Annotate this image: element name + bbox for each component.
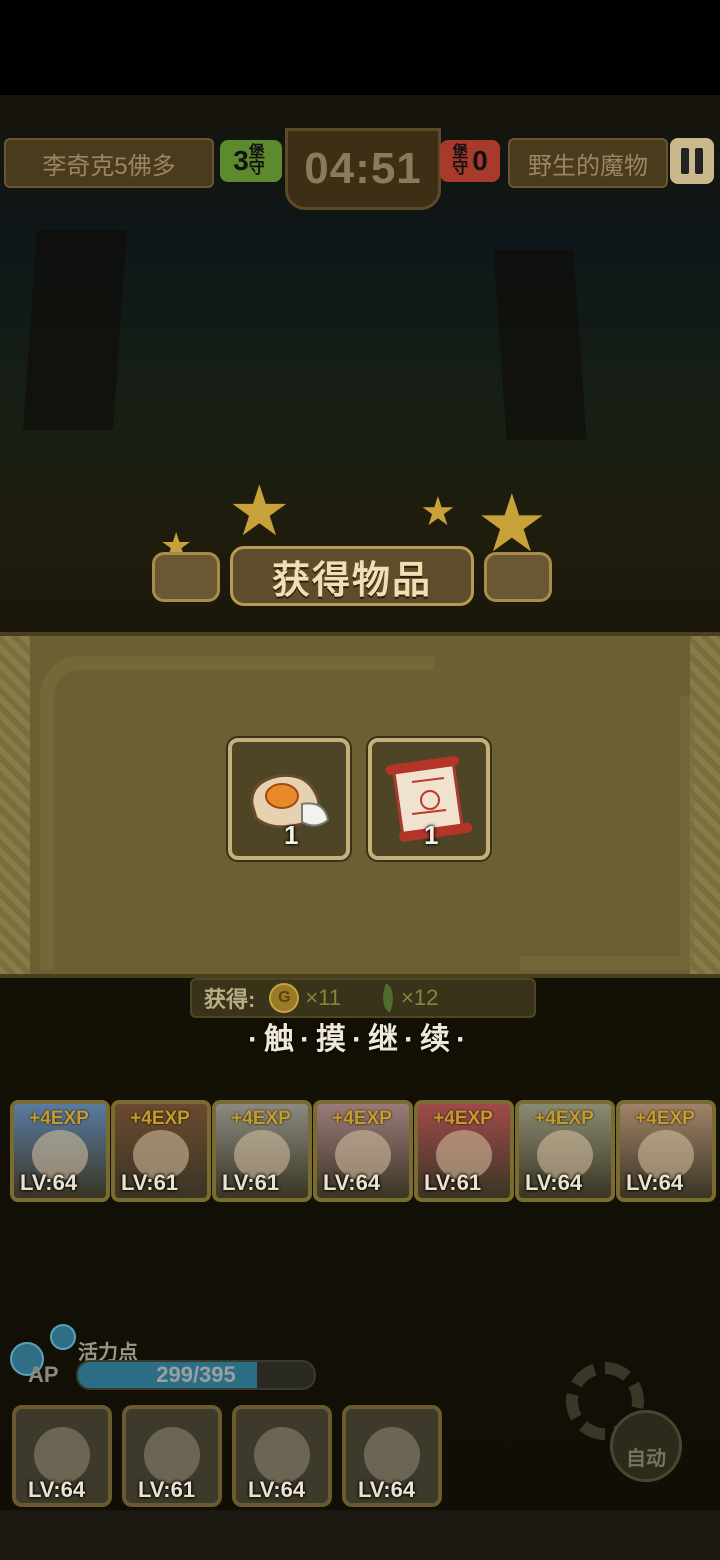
member-level: LV:61 — [121, 1170, 179, 1195]
leaf-quantity: ×12 — [401, 985, 439, 1010]
exp-gain: +4EXP — [29, 1108, 89, 1129]
auto-button[interactable]: 自动 — [610, 1410, 682, 1482]
member-level: LV:64 — [323, 1170, 381, 1195]
status-bar-area — [0, 0, 720, 95]
match-timer: 04:51 — [285, 128, 441, 210]
right-score: 0 — [472, 145, 488, 176]
member-level: LV:64 — [20, 1170, 78, 1195]
party-member-card: +4EXP LV:64 — [10, 1100, 110, 1202]
exp-gain: +4EXP — [433, 1108, 493, 1129]
slot-level: LV:64 — [358, 1477, 416, 1502]
left-player-name: 李奇克5佛多 — [4, 138, 214, 188]
slot-level: LV:64 — [28, 1477, 86, 1502]
pause-icon — [681, 148, 689, 174]
ap-value: 299/395 — [156, 1362, 236, 1387]
team-slot[interactable]: LV:64 — [12, 1405, 112, 1507]
party-member-card: +4EXP LV:61 — [212, 1100, 312, 1202]
left-score-box: 3 堡守 — [220, 140, 282, 182]
pause-button[interactable] — [670, 138, 714, 184]
slot-level: LV:61 — [138, 1477, 196, 1502]
floor-strip — [0, 1510, 720, 1560]
right-player-name: 野生的魔物 — [508, 138, 668, 188]
party-member-card: +4EXP LV:64 — [313, 1100, 413, 1202]
left-score: 3 — [233, 145, 249, 176]
reward-title: 获得物品 — [230, 546, 474, 606]
item-count: 1 — [424, 820, 439, 850]
left-score-label: 堡守 — [248, 144, 265, 177]
party-member-card: +4EXP LV:64 — [515, 1100, 615, 1202]
team-slot[interactable]: LV:64 — [232, 1405, 332, 1507]
member-level: LV:61 — [222, 1170, 280, 1195]
reward-panel[interactable] — [0, 632, 720, 978]
reward-item-scroll[interactable]: 1 — [368, 738, 490, 860]
exp-gain: +4EXP — [332, 1108, 392, 1129]
panel-edge-right — [690, 636, 720, 974]
exp-gain: +4EXP — [635, 1108, 695, 1129]
ap-tag: AP — [28, 1362, 59, 1387]
character-portrait — [144, 1427, 200, 1483]
party-member-card: +4EXP LV:64 — [616, 1100, 716, 1202]
ap-bar: 299/395 — [76, 1360, 316, 1390]
gold-quantity: ×11 — [305, 985, 342, 1010]
exp-gain: +4EXP — [231, 1108, 291, 1129]
character-portrait — [254, 1427, 310, 1483]
party-member-card: +4EXP LV:61 — [111, 1100, 211, 1202]
team-slot[interactable]: LV:61 — [122, 1405, 222, 1507]
item-count: 1 — [284, 820, 299, 850]
right-score-box: 堡守 0 — [440, 140, 500, 182]
character-portrait — [34, 1427, 90, 1483]
title-ornament-left — [152, 552, 220, 602]
team-slot[interactable]: LV:64 — [342, 1405, 442, 1507]
right-score-label: 堡守 — [452, 144, 469, 177]
auto-label: 自动 — [626, 1448, 666, 1470]
member-level: LV:64 — [525, 1170, 583, 1195]
star-icon: ★ — [228, 472, 291, 550]
character-portrait — [364, 1427, 420, 1483]
title-ornament-right — [484, 552, 552, 602]
exp-gain: +4EXP — [534, 1108, 594, 1129]
member-level: LV:64 — [626, 1170, 684, 1195]
panel-edge-left — [0, 636, 30, 974]
slot-level: LV:64 — [248, 1477, 306, 1502]
gained-currency-bar: 获得: G ×11 ×12 — [190, 978, 536, 1018]
star-icon: ★ — [420, 490, 456, 534]
gold-coin-icon: G — [269, 983, 300, 1013]
party-member-card: +4EXP LV:61 — [414, 1100, 514, 1202]
exp-gain: +4EXP — [130, 1108, 190, 1129]
battle-screen[interactable]: 李奇克5佛多 3 堡守 04:51 堡守 0 野生的魔物 ★ ★ ★ ★ 获得物… — [0, 0, 720, 1560]
member-level: LV:61 — [424, 1170, 482, 1195]
reward-item-rice[interactable]: 1 — [228, 738, 350, 860]
gained-label: 获得: — [204, 987, 256, 1012]
leaf-icon — [376, 983, 400, 1013]
touch-to-continue[interactable]: ·触·摸·继·续· — [0, 1014, 720, 1058]
